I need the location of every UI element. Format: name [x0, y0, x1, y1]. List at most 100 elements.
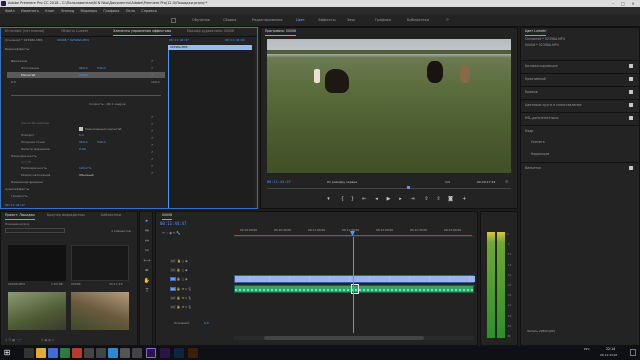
- clock-time[interactable]: 22:14: [606, 347, 615, 351]
- workspace-effects[interactable]: Эффекты: [318, 14, 336, 27]
- thumb-02398a-1[interactable]: [8, 292, 66, 330]
- program-monitor-title[interactable]: Программа: 00006: [265, 28, 297, 36]
- step-back-icon[interactable]: ◂: [373, 196, 380, 203]
- lumetri-frame[interactable]: Кадр: [521, 125, 639, 135]
- taskbar-browser-icon[interactable]: [48, 348, 58, 358]
- lumetri-hsl[interactable]: HSL-дополнительно: [521, 112, 639, 122]
- taskbar-app4-icon[interactable]: [108, 348, 118, 358]
- menu-window[interactable]: Окно: [126, 9, 135, 13]
- track-v1[interactable]: V1: [170, 277, 176, 281]
- project-footer-toolbar[interactable]: ✎ ☰ ▦ ─○─ ⚲ ▣ ▤ ✕: [5, 337, 135, 343]
- curves-checkbox[interactable]: [629, 90, 633, 94]
- menu-graphics[interactable]: Графика: [103, 9, 119, 13]
- menu-edit[interactable]: Изменить: [21, 9, 39, 13]
- minimize-icon[interactable]: –: [608, 0, 618, 7]
- track-v2[interactable]: V2: [170, 268, 176, 272]
- basic-checkbox[interactable]: [629, 64, 633, 68]
- timeline-tool-icons[interactable]: ⇹ ⌁ ◆ ▾ 🔧: [162, 231, 222, 236]
- lumetri-curves[interactable]: Кривые: [521, 86, 639, 96]
- lumetri-clip-link[interactable]: 00006 * 02398A.MP4: [525, 42, 559, 48]
- ec-clip-bar[interactable]: 02398A.MP4: [168, 45, 252, 50]
- workspace-editing[interactable]: Редактирование: [252, 14, 283, 27]
- step-forward-icon[interactable]: ▸: [397, 196, 404, 203]
- effect-opacity[interactable]: Непрозрачность: [11, 153, 37, 159]
- flicker-value[interactable]: 0,00: [79, 146, 86, 152]
- extract-icon[interactable]: ⇪: [435, 196, 442, 203]
- lumetri-title[interactable]: Цвет Lumetri: [525, 28, 547, 36]
- more-workspaces-icon[interactable]: »: [446, 17, 452, 23]
- menu-sequence[interactable]: Эпизод: [61, 9, 74, 13]
- hsl-checkbox[interactable]: [629, 116, 633, 120]
- lumetri-basic[interactable]: Базовая коррекция: [521, 60, 639, 70]
- menu-file[interactable]: Файл: [5, 9, 15, 13]
- taskbar-explorer-icon[interactable]: [24, 348, 34, 358]
- go-to-in-icon[interactable]: ⇤: [361, 196, 368, 203]
- program-timecode[interactable]: 00:11:44:47: [267, 179, 291, 185]
- master-track-value[interactable]: 0,0: [204, 320, 209, 326]
- color-wheels-checkbox[interactable]: [629, 103, 633, 107]
- rotate-value[interactable]: 0,0: [79, 132, 84, 138]
- thumb-00006-mp4[interactable]: [8, 245, 66, 281]
- track-lock-icon[interactable]: 🔒: [177, 259, 181, 263]
- vignette-checkbox[interactable]: [629, 166, 633, 170]
- track-a3[interactable]: A3: [170, 305, 176, 309]
- scale-graph[interactable]: [11, 86, 161, 96]
- tab-media-browser[interactable]: Браузер медиаданных: [47, 212, 85, 219]
- taskbar-opera-icon[interactable]: [72, 348, 82, 358]
- taskbar-app5-icon[interactable]: [120, 348, 130, 358]
- mask-shape-icons[interactable]: ○ □ ✎: [21, 160, 43, 164]
- thumb-02398a-2[interactable]: [71, 292, 129, 330]
- timeline-scrollbar[interactable]: [234, 336, 474, 340]
- program-playhead[interactable]: [407, 186, 410, 189]
- tab-project[interactable]: Проект: Лошадки: [5, 212, 35, 220]
- workspace-assembly[interactable]: Сборка: [223, 14, 236, 27]
- button-editor-icon[interactable]: +: [461, 196, 468, 203]
- effect-time-remap[interactable]: Изменение времени: [11, 179, 43, 185]
- quality-dropdown[interactable]: 1/4: [445, 179, 450, 185]
- home-icon[interactable]: [171, 18, 176, 23]
- thumb-sequence-00006[interactable]: [71, 245, 129, 281]
- anchor-y[interactable]: 540,0: [97, 139, 106, 145]
- taskbar-illustrator-icon[interactable]: [188, 348, 198, 358]
- workspace-color[interactable]: Цвет: [296, 14, 305, 27]
- uniform-scale-checkbox[interactable]: [79, 127, 83, 131]
- lumetri-correction[interactable]: Коррекция: [527, 149, 639, 159]
- track-a1[interactable]: A1: [170, 287, 176, 291]
- menu-help[interactable]: Справка: [141, 9, 156, 13]
- workspace-graphics[interactable]: Графика: [375, 14, 391, 27]
- tab-sequence[interactable]: 00006: [162, 212, 173, 220]
- clock-date[interactable]: 06.12.2018: [600, 353, 617, 357]
- taskbar-folder-icon[interactable]: [36, 348, 46, 358]
- ec-playhead[interactable]: [168, 50, 169, 208]
- clip-header[interactable]: Основной * 02398A.MP4: [5, 37, 43, 43]
- effect-volume[interactable]: Громкость: [11, 193, 28, 199]
- lumetri-enhance[interactable]: Усилить: [527, 137, 639, 147]
- position-x[interactable]: 960,0: [79, 65, 88, 71]
- export-frame-icon[interactable]: ◙: [447, 196, 454, 203]
- lumetri-vignette[interactable]: Виньетка: [521, 162, 639, 172]
- blend-mode-select[interactable]: Обычный: [79, 172, 94, 178]
- position-y[interactable]: 540,0: [97, 65, 106, 71]
- go-to-out-icon[interactable]: ⇥: [409, 196, 416, 203]
- workspace-learning[interactable]: Обучение: [192, 14, 210, 27]
- lumetri-creative[interactable]: Креативный: [521, 73, 639, 83]
- effect-motion[interactable]: Движение: [11, 58, 27, 64]
- tab-libraries[interactable]: Библиотеки: [101, 212, 121, 219]
- timeline-timecode[interactable]: 00:11:44:47: [160, 221, 187, 227]
- video-clip-v1[interactable]: [234, 275, 475, 283]
- eye-icon[interactable]: ◉: [185, 259, 188, 263]
- maximize-icon[interactable]: □: [618, 0, 628, 7]
- add-marker-icon[interactable]: ▾: [325, 196, 332, 203]
- project-search-input[interactable]: [5, 228, 65, 233]
- lift-icon[interactable]: ⇧: [423, 196, 430, 203]
- anchor-x[interactable]: 960,0: [79, 139, 88, 145]
- creative-checkbox[interactable]: [629, 77, 633, 81]
- track-a2[interactable]: A2: [170, 296, 176, 300]
- lumetri-color-wheels[interactable]: Цветовые круги и сопоставление: [521, 99, 639, 109]
- tools-column[interactable]: ▸ ⇹ ⇔ ✂ ⟷ ✒ ✋ T: [143, 216, 151, 336]
- taskbar-photoshop-icon[interactable]: [174, 348, 184, 358]
- workspace-libraries[interactable]: Библиотеки: [407, 14, 429, 27]
- workspace-audio[interactable]: Звук: [347, 14, 356, 27]
- clip-link[interactable]: 00006 * 02398A.MP4: [57, 37, 89, 43]
- mark-in-icon[interactable]: {: [339, 196, 346, 203]
